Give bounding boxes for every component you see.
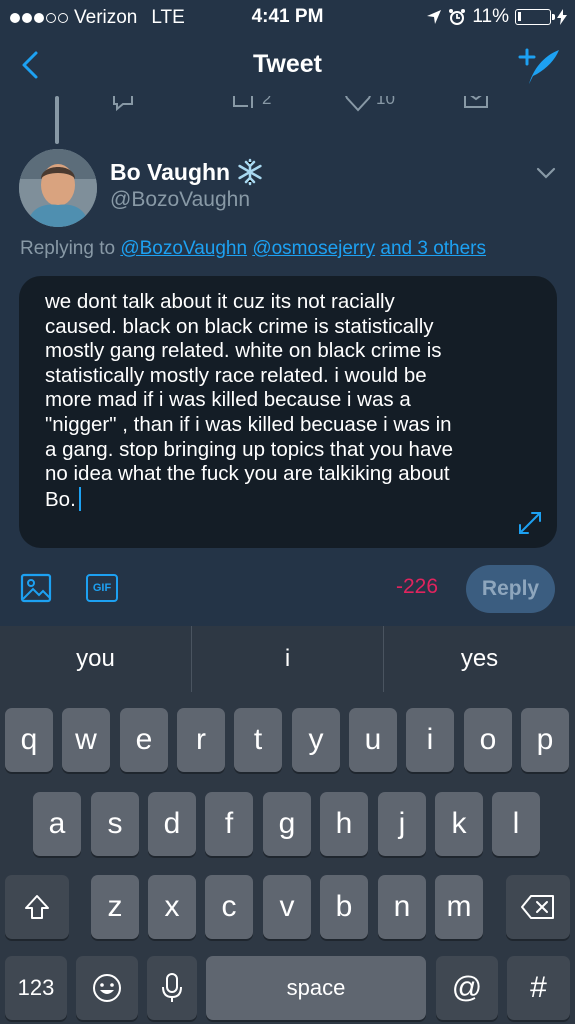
reply-icon [113,96,133,112]
key-k[interactable]: k [435,792,483,856]
tweet-composer[interactable]: we dont talk about it cuz its not racial… [19,276,557,548]
backspace-key[interactable] [506,875,570,939]
suggestion-item[interactable]: you [0,626,191,692]
expand-icon[interactable] [517,510,543,536]
heart-icon [345,96,371,112]
avatar[interactable] [19,149,97,227]
composer-line: statistically mostly race related. i wou… [45,363,427,387]
key-f[interactable]: f [205,792,253,856]
key-i[interactable]: i [406,708,454,772]
reply-action[interactable] [110,96,136,112]
like-action[interactable]: 10 [344,96,395,112]
battery-percent: 11% [472,6,509,27]
image-icon[interactable] [20,572,52,604]
composer-toolbar: GIF -226 Reply [0,560,575,620]
emoji-icon [93,974,121,1002]
mention-link[interactable]: @BozoVaughn [120,238,247,259]
composer-line: caused. black on black crime is statisti… [45,314,434,338]
message-action[interactable] [462,96,490,112]
key-q[interactable]: q [5,708,53,772]
retweet-action[interactable]: 2 [228,96,271,112]
suggestion-item[interactable]: i [192,626,383,692]
dictation-key[interactable] [147,956,197,1020]
composer-line: mostly gang related. white on black crim… [45,339,442,363]
status-bar: Verizon LTE 4:41 PM 11% [0,0,575,34]
author-name: Bo Vaughn [110,158,231,185]
composer-line: a gang. stop bringing up topics that you… [45,437,454,461]
charging-icon [557,9,567,25]
microphone-icon [162,973,182,1002]
key-p[interactable]: p [521,708,569,772]
status-right: 11% [426,6,567,28]
retweet-count: 2 [262,96,272,108]
previous-tweet-actions: 2 10 [0,96,575,118]
hash-key[interactable]: # [507,956,570,1020]
page-title: Tweet [253,50,322,78]
key-j[interactable]: j [378,792,426,856]
location-icon [427,10,442,24]
composer-text[interactable]: we dont talk about it cuz its not racial… [45,290,535,512]
others-link[interactable]: and 3 others [380,238,486,259]
composer-line: we dont talk about it cuz its not racial… [45,290,395,313]
composer-line: "nigger" , than if i was killed becuase … [45,412,452,436]
key-u[interactable]: u [349,708,397,772]
battery-icon [515,9,555,25]
mention-link[interactable]: @osmosejerry [252,238,375,259]
key-h[interactable]: h [320,792,368,856]
key-v[interactable]: v [263,875,311,939]
shift-key[interactable] [5,875,69,939]
key-e[interactable]: e [120,708,168,772]
retweet-icon [233,96,253,108]
alarm-icon [449,9,466,25]
key-t[interactable]: t [234,708,282,772]
key-m[interactable]: m [435,875,483,939]
key-z[interactable]: z [91,875,139,939]
backspace-icon [521,895,554,919]
emoji-key[interactable] [76,956,138,1020]
at-key[interactable]: @ [436,956,498,1020]
composer-line: no idea what the fuck you are talkiking … [45,462,450,486]
composer-line: Bo. [45,487,76,511]
reply-button[interactable]: Reply [466,565,555,613]
key-n[interactable]: n [378,875,426,939]
keyboard-suggestions: you i yes [0,626,575,692]
key-w[interactable]: w [62,708,110,772]
avatar-image [19,149,97,227]
text-caret [78,486,81,511]
composer-line: more mad if i was killed because i was a [45,388,411,412]
compose-tweet-icon[interactable] [515,44,561,88]
snowflake-icon [238,158,262,186]
key-a[interactable]: a [33,792,81,856]
key-o[interactable]: o [464,708,512,772]
numbers-key[interactable]: 123 [5,956,67,1020]
suggestion-item[interactable]: yes [384,626,575,692]
chevron-down-icon[interactable] [535,162,557,184]
key-g[interactable]: g [263,792,311,856]
shift-icon [25,895,49,919]
nav-bar: Tweet [0,34,575,96]
key-d[interactable]: d [148,792,196,856]
key-y[interactable]: y [292,708,340,772]
space-key[interactable]: space [206,956,426,1020]
author-name-row[interactable]: Bo Vaughn [110,158,264,186]
key-r[interactable]: r [177,708,225,772]
character-count: -226 [396,575,439,598]
key-l[interactable]: l [492,792,540,856]
replying-to: Replying to @BozoVaughn @osmosejerry and… [20,238,486,260]
key-c[interactable]: c [205,875,253,939]
composer-last-line: Bo. [45,486,535,513]
keyboard: q w e r t y u i o p a s d f g h j k l z … [0,692,575,1024]
key-b[interactable]: b [320,875,368,939]
key-s[interactable]: s [91,792,139,856]
replying-prefix: Replying to [20,238,116,259]
message-icon [464,96,488,108]
gif-button[interactable]: GIF [86,574,118,602]
key-x[interactable]: x [148,875,196,939]
like-count: 10 [376,96,395,108]
author-handle[interactable]: @BozoVaughn [110,188,250,212]
